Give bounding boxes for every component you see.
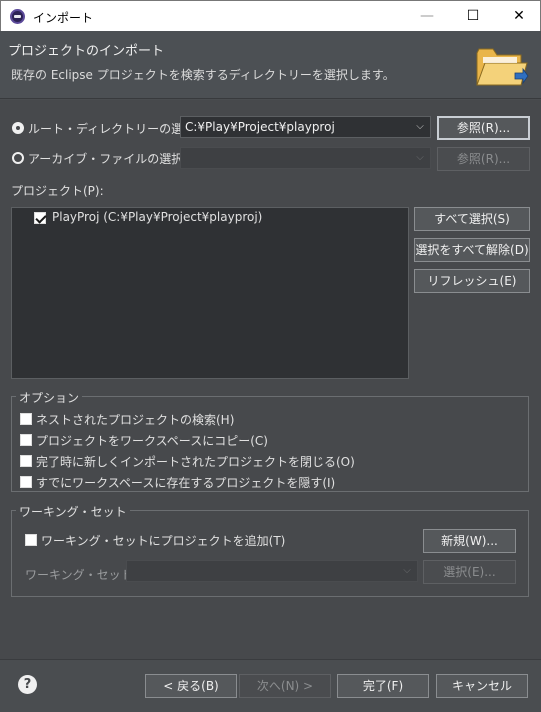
- archive-label: アーカイブ・ファイルの選択(A):: [28, 152, 205, 166]
- page-description: 既存の Eclipse プロジェクトを検索するディレクトリーを選択します。: [11, 68, 395, 82]
- close-imported-label: 完了時に新しくインポートされたプロジェクトを閉じる(O): [36, 455, 355, 469]
- close-imported-checkbox[interactable]: [20, 455, 32, 467]
- title-bar: インポート — ☐ ✕: [0, 0, 541, 31]
- project-label: PlayProj (C:¥Play¥Project¥playproj): [52, 210, 263, 224]
- import-folder-icon: [476, 48, 529, 86]
- back-button[interactable]: < 戻る(B): [145, 674, 237, 698]
- root-dir-value: C:¥Play¥Project¥playproj: [185, 120, 335, 134]
- select-working-set-button[interactable]: 選択(E)...: [423, 560, 516, 584]
- root-dir-browse-button[interactable]: 参照(R)...: [437, 116, 530, 140]
- eclipse-icon: [10, 9, 25, 24]
- window-title: インポート: [33, 11, 94, 25]
- project-checkbox[interactable]: [34, 212, 46, 224]
- chevron-down-icon[interactable]: ⌵: [397, 561, 417, 581]
- add-to-working-set-checkbox[interactable]: [25, 534, 37, 546]
- new-working-set-button[interactable]: 新規(W)...: [423, 529, 516, 553]
- refresh-button[interactable]: リフレッシュ(E): [414, 269, 530, 293]
- nested-projects-label: ネストされたプロジェクトの検索(H): [36, 413, 235, 427]
- chevron-down-icon[interactable]: ⌵: [410, 148, 430, 168]
- select-all-button[interactable]: すべて選択(S): [414, 207, 530, 231]
- archive-radio[interactable]: [12, 152, 24, 164]
- root-dir-combo[interactable]: C:¥Play¥Project¥playproj ⌵: [180, 116, 431, 138]
- copy-to-workspace-label: プロジェクトをワークスペースにコピー(C): [36, 434, 268, 448]
- close-button[interactable]: ✕: [496, 1, 541, 32]
- deselect-all-button[interactable]: 選択をすべて解除(D): [414, 238, 530, 262]
- footer-divider: [0, 659, 541, 660]
- next-button[interactable]: 次へ(N) >: [239, 674, 331, 698]
- copy-to-workspace-checkbox[interactable]: [20, 434, 32, 446]
- cancel-button[interactable]: キャンセル: [436, 674, 528, 698]
- working-set-title: ワーキング・セット: [16, 503, 130, 520]
- hide-existing-checkbox[interactable]: [20, 476, 32, 488]
- finish-button[interactable]: 完了(F): [337, 674, 429, 698]
- page-title: プロジェクトのインポート: [8, 44, 165, 59]
- wizard-header: プロジェクトのインポート 既存の Eclipse プロジェクトを検索するディレク…: [0, 31, 541, 99]
- working-set-combo[interactable]: ⌵: [126, 560, 418, 582]
- chevron-down-icon[interactable]: ⌵: [410, 117, 430, 137]
- maximize-button[interactable]: ☐: [450, 1, 496, 32]
- archive-combo[interactable]: ⌵: [180, 147, 431, 169]
- add-to-working-set-label: ワーキング・セットにプロジェクトを追加(T): [41, 534, 286, 548]
- nested-projects-checkbox[interactable]: [20, 413, 32, 425]
- archive-browse-button[interactable]: 参照(R)...: [437, 147, 530, 171]
- help-icon[interactable]: ?: [18, 675, 37, 694]
- wizard-content: ルート・ディレクトリーの選択(T): C:¥Play¥Project¥playp…: [0, 100, 541, 659]
- root-dir-radio[interactable]: [12, 122, 24, 134]
- hide-existing-label: すでにワークスペースに存在するプロジェクトを隠す(I): [36, 476, 336, 490]
- list-item[interactable]: PlayProj (C:¥Play¥Project¥playproj): [12, 208, 408, 228]
- projects-label: プロジェクト(P):: [11, 184, 104, 198]
- options-title: オプション: [16, 389, 83, 406]
- minimize-button[interactable]: —: [404, 1, 450, 32]
- projects-list[interactable]: PlayProj (C:¥Play¥Project¥playproj): [11, 207, 409, 379]
